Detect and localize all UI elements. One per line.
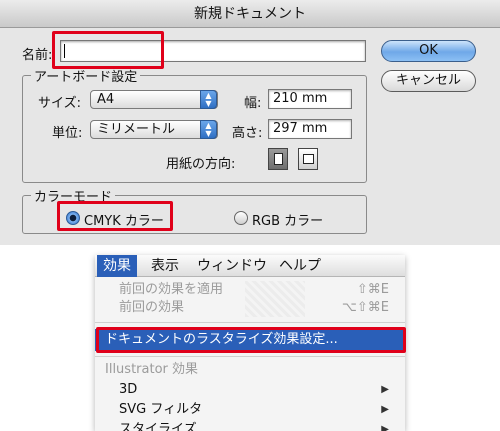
menu-item-label: ドキュメントのラスタライズ効果設定... [105,332,338,347]
rgb-radio[interactable] [234,211,248,225]
menu-window[interactable]: ウィンドウ [191,255,273,277]
menu-separator [95,356,405,357]
menu-effect[interactable]: 効果 [97,255,137,277]
menu-item-label: SVG フィルタ [119,402,203,417]
triangle-right-icon: ▶ [381,384,389,395]
name-label: 名前: [22,48,53,63]
triangle-right-icon: ▶ [381,424,389,431]
effect-menu: 効果 表示 ウィンドウ ヘルプ 前回の効果を適用 ⇧⌘E 前回の効果 ⌥⇧⌘E … [95,255,405,431]
ok-button[interactable]: OK [381,40,476,62]
artboard-settings-legend: アートボード設定 [34,70,138,85]
menu-view[interactable]: 表示 [145,255,185,277]
menu-section-header: Illustrator 効果 [95,361,405,379]
portrait-page-icon [274,153,283,165]
size-value: A4 [97,92,115,107]
orientation-label: 用紙の方向: [166,157,236,172]
cancel-button[interactable]: キャンセル [381,70,476,92]
up-down-arrows-icon: ▲ ▼ [200,120,217,139]
name-field[interactable] [60,40,366,62]
menu-bar: 効果 表示 ウィンドウ ヘルプ [95,255,405,277]
menu-item-label: 前回の効果を適用 [119,282,224,297]
width-field[interactable]: 210 mm [268,89,352,109]
menu-item-document-raster-effects-settings[interactable]: ドキュメントのラスタライズ効果設定... [95,329,405,351]
menu-item-shortcut: ⇧⌘E [356,282,389,297]
menu-item-label: 前回の効果 [119,300,185,315]
triangle-right-icon: ▶ [381,404,389,415]
menu-item-apply-last-effect[interactable]: 前回の効果を適用 ⇧⌘E [95,281,405,299]
menu-item-last-effect[interactable]: 前回の効果 ⌥⇧⌘E [95,299,405,317]
menu-item-3d[interactable]: 3D ▶ [95,381,405,399]
unit-value: ミリメートル [97,122,176,137]
menu-item-label: 3D [119,382,138,397]
rgb-label[interactable]: RGB カラー [252,210,323,229]
cmyk-radio[interactable] [66,211,80,225]
menu-separator [95,322,405,323]
landscape-button[interactable] [298,148,318,170]
height-field[interactable]: 297 mm [268,119,352,139]
text-caret [64,44,65,58]
menu-section-label: Illustrator 効果 [105,362,199,377]
menu-item-stylize[interactable]: スタイライズ ▶ [95,421,405,431]
color-mode-legend: カラーモード [34,190,113,205]
cmyk-label[interactable]: CMYK カラー [84,210,164,229]
landscape-page-icon [303,154,314,164]
menu-help[interactable]: ヘルプ [273,255,327,277]
unit-label: 単位: [52,126,83,141]
new-document-dialog: 新規ドキュメント 名前: OK キャンセル アートボード設定 サイズ: A4 ▲… [0,0,500,245]
menu-item-svg-filter[interactable]: SVG フィルタ ▶ [95,401,405,419]
size-label: サイズ: [38,96,81,111]
unit-popup[interactable]: ミリメートル ▲ ▼ [90,120,218,139]
width-label: 幅: [244,96,262,111]
up-down-arrows-icon: ▲ ▼ [200,90,217,109]
size-popup[interactable]: A4 ▲ ▼ [90,90,218,109]
portrait-button[interactable] [268,148,288,170]
menu-item-shortcut: ⌥⇧⌘E [341,300,389,315]
height-label: 高さ: [232,126,263,141]
menu-item-label: スタイライズ [119,422,197,431]
dialog-title: 新規ドキュメント [0,0,500,28]
